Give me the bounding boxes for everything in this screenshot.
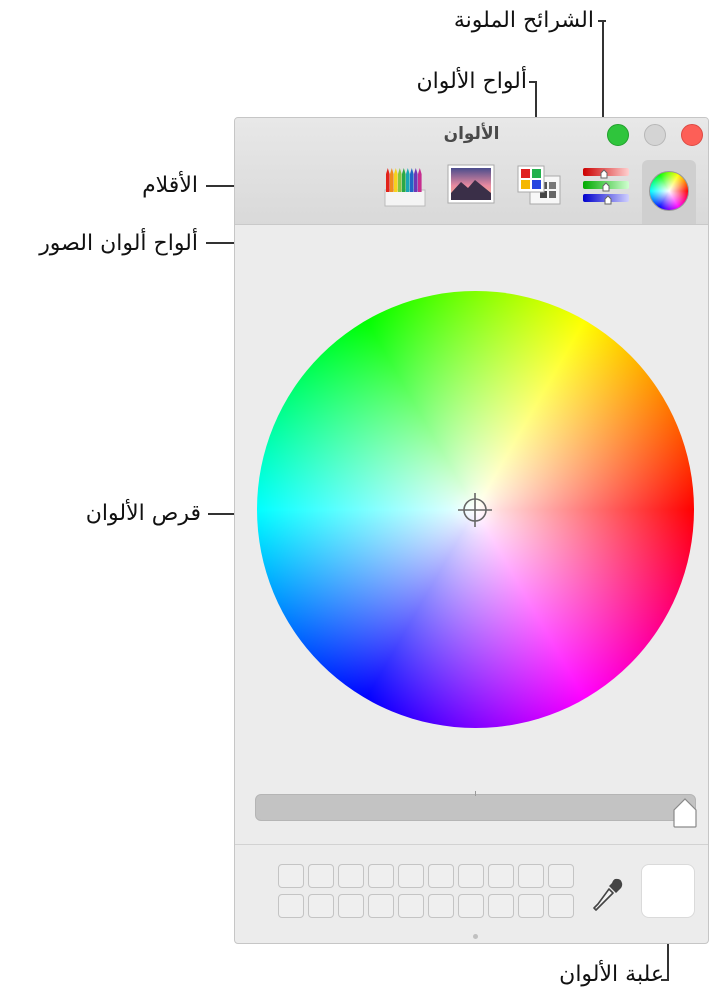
callout-image-palettes: ألواح ألوان الصور xyxy=(39,231,198,256)
swatch[interactable] xyxy=(428,894,454,918)
swatch[interactable] xyxy=(398,894,424,918)
tab-pencils[interactable] xyxy=(378,160,432,218)
tab-image-palettes[interactable] xyxy=(444,160,498,218)
color-wheel-area xyxy=(257,291,694,728)
minimize-button[interactable] xyxy=(644,124,666,146)
palette-icon xyxy=(517,165,561,205)
swatch[interactable] xyxy=(428,864,454,888)
swatch[interactable] xyxy=(338,864,364,888)
swatch[interactable] xyxy=(278,894,304,918)
swatch[interactable] xyxy=(338,894,364,918)
image-icon xyxy=(447,164,495,204)
brightness-slider[interactable] xyxy=(255,794,696,821)
tab-color-palettes[interactable] xyxy=(512,160,566,218)
swatch[interactable] xyxy=(398,864,424,888)
swatch[interactable] xyxy=(278,864,304,888)
tab-color-wheel[interactable] xyxy=(642,160,696,224)
callout-color-palettes: ألواح الألوان xyxy=(416,69,527,94)
window-title: الألوان xyxy=(443,124,500,144)
close-button[interactable] xyxy=(681,124,703,146)
pencils-icon xyxy=(384,168,426,207)
swatch[interactable] xyxy=(548,864,574,888)
colors-window: الألوان xyxy=(234,117,709,944)
swatch[interactable] xyxy=(308,894,334,918)
swatch[interactable] xyxy=(308,864,334,888)
slider-center-tick xyxy=(475,791,476,796)
resize-indicator xyxy=(473,934,478,939)
color-well[interactable] xyxy=(641,864,695,918)
swatch[interactable] xyxy=(458,864,484,888)
sliders-icon xyxy=(583,168,629,205)
eyedropper-icon[interactable] xyxy=(591,876,625,914)
swatch[interactable] xyxy=(458,894,484,918)
crosshair-icon[interactable] xyxy=(458,493,492,527)
swatch[interactable] xyxy=(548,894,574,918)
swatch[interactable] xyxy=(518,894,544,918)
swatch[interactable] xyxy=(368,864,394,888)
title-bar: الألوان xyxy=(235,118,708,225)
callout-color-well: علبة الألوان xyxy=(559,962,664,987)
zoom-button[interactable] xyxy=(607,124,629,146)
tab-color-sliders[interactable] xyxy=(579,160,633,218)
swatch[interactable] xyxy=(488,894,514,918)
callout-pencils: الأقلام xyxy=(142,173,198,198)
callout-color-sliders: الشرائح الملونة xyxy=(453,8,594,33)
swatch[interactable] xyxy=(518,864,544,888)
bottom-separator xyxy=(235,844,708,845)
swatch[interactable] xyxy=(368,894,394,918)
slider-thumb-icon[interactable] xyxy=(672,796,698,828)
swatch[interactable] xyxy=(488,864,514,888)
color-wheel-icon xyxy=(649,171,689,211)
callout-color-wheel: قرص الألوان xyxy=(85,501,201,526)
